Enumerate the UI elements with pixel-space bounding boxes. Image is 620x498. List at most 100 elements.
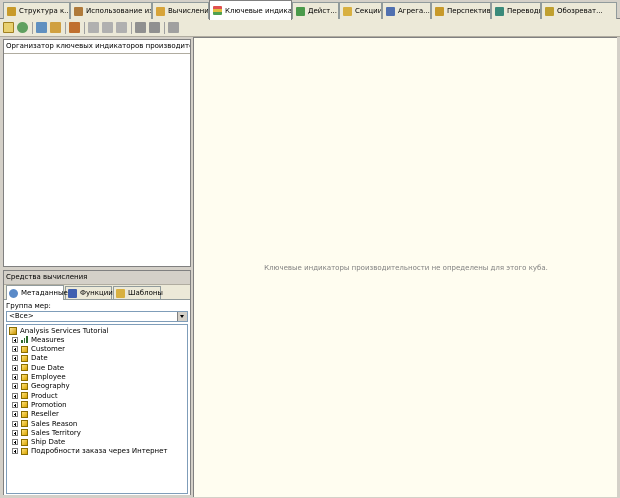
functions-icon bbox=[68, 288, 77, 298]
calculation-tools-title: Средства вычисления bbox=[4, 271, 190, 285]
tree-item-sales-reason[interactable]: Sales Reason bbox=[12, 419, 77, 428]
measures-icon bbox=[21, 336, 28, 344]
expand-icon[interactable] bbox=[12, 401, 18, 408]
tree-item-label: Product bbox=[31, 391, 58, 400]
partitions-icon bbox=[343, 6, 352, 16]
tab-templates[interactable]: Шаблоны bbox=[113, 286, 163, 299]
tree-item-label: Geography bbox=[31, 382, 70, 391]
expand-icon[interactable] bbox=[12, 448, 18, 455]
tab-label: Функции bbox=[80, 289, 113, 297]
browser-icon bbox=[545, 6, 554, 16]
tab-actions[interactable]: Дейст... bbox=[292, 2, 339, 19]
tree-item-customer[interactable]: Customer bbox=[12, 345, 65, 354]
measure-group-select[interactable]: <Все> bbox=[6, 311, 188, 322]
kpi-icon bbox=[213, 6, 222, 15]
toolbar-separator bbox=[164, 21, 165, 34]
dimension-icon bbox=[21, 420, 28, 427]
tree-item-employee[interactable]: Employee bbox=[12, 373, 66, 382]
toolbar-separator bbox=[65, 21, 66, 34]
expand-icon[interactable] bbox=[12, 383, 18, 390]
move-down-icon[interactable] bbox=[116, 22, 127, 33]
tab-translations[interactable]: Переводы bbox=[491, 2, 541, 19]
tree-item-promotion[interactable]: Promotion bbox=[12, 400, 67, 409]
tree-item-sales-territory[interactable]: Sales Territory bbox=[12, 428, 81, 437]
expand-icon[interactable] bbox=[12, 355, 18, 362]
tab-partitions[interactable]: Секции bbox=[339, 2, 382, 19]
expand-icon[interactable] bbox=[12, 364, 18, 371]
tree-item-label: Подробности заказа через Интернет bbox=[31, 447, 168, 456]
tree-item-geography[interactable]: Geography bbox=[12, 382, 70, 391]
tree-root[interactable]: Analysis Services Tutorial bbox=[9, 326, 109, 335]
tab-calculations[interactable]: Вычисления bbox=[152, 2, 209, 19]
tree-item-due-date[interactable]: Due Date bbox=[12, 363, 64, 372]
actions-icon bbox=[296, 6, 305, 16]
dimension-icon bbox=[21, 410, 28, 418]
metadata-panel: Группа мер: <Все> Analysis Services Tuto… bbox=[4, 299, 190, 495]
kpi-organizer-pane: Организатор ключевых индикаторов произво… bbox=[3, 39, 191, 267]
tree-item-label: Reseller bbox=[31, 410, 59, 419]
kpi-details-icon[interactable] bbox=[149, 22, 160, 33]
delete-icon[interactable] bbox=[88, 22, 99, 33]
tree-item-label: Sales Reason bbox=[31, 419, 78, 428]
expand-icon[interactable] bbox=[12, 420, 18, 427]
browser-view-icon[interactable] bbox=[50, 22, 61, 33]
expand-icon[interactable] bbox=[12, 439, 18, 446]
tab-dimension-usage[interactable]: Использование из... bbox=[70, 2, 152, 19]
tree-item-label: Due Date bbox=[31, 363, 65, 372]
move-up-icon[interactable] bbox=[102, 22, 113, 33]
kpi-main-area: Ключевые индикаторы производительности н… bbox=[193, 37, 617, 497]
templates-icon bbox=[116, 288, 125, 298]
new-kpi-icon[interactable] bbox=[3, 22, 14, 33]
tree-item-date[interactable]: Date bbox=[12, 354, 48, 363]
tree-item-product[interactable]: Product bbox=[12, 391, 58, 400]
kpi-organizer-title: Организатор ключевых индикаторов произво… bbox=[4, 40, 190, 54]
aggregations-icon bbox=[386, 6, 395, 16]
tab-label: Обозреват... bbox=[557, 7, 603, 15]
calculation-properties-icon[interactable] bbox=[69, 22, 80, 33]
cube-icon bbox=[9, 326, 17, 335]
dimension-icon bbox=[21, 382, 28, 390]
dimension-icon bbox=[21, 447, 28, 455]
dimension-icon bbox=[21, 373, 28, 381]
cube-structure-icon bbox=[7, 6, 16, 16]
no-kpis-message: Ключевые индикаторы производительности н… bbox=[264, 264, 548, 272]
expand-icon[interactable] bbox=[12, 346, 18, 353]
expand-icon[interactable] bbox=[12, 336, 18, 343]
refresh-icon[interactable] bbox=[17, 22, 28, 33]
tree-item-label: Promotion bbox=[31, 400, 67, 409]
expand-icon[interactable] bbox=[12, 392, 18, 399]
form-view-icon[interactable] bbox=[36, 22, 47, 33]
tab-kpis[interactable]: Ключевые индика... bbox=[209, 0, 292, 20]
chevron-down-icon[interactable] bbox=[177, 312, 187, 321]
tree-item-label: Measures bbox=[31, 335, 65, 344]
dimension-icon bbox=[21, 429, 28, 437]
kpi-list-icon[interactable] bbox=[135, 22, 146, 33]
tree-item-measures[interactable]: Measures bbox=[12, 335, 64, 344]
tab-browser[interactable]: Обозреват... bbox=[541, 2, 617, 19]
dimension-icon bbox=[21, 438, 28, 446]
tree-item-label: Date bbox=[31, 354, 48, 363]
expand-icon[interactable] bbox=[12, 411, 18, 418]
dimension-icon bbox=[21, 392, 28, 400]
tree-item-reseller[interactable]: Reseller bbox=[12, 410, 59, 419]
designer-tab-bar: Структура к... Использование из... Вычис… bbox=[0, 0, 620, 20]
tab-cube-structure[interactable]: Структура к... bbox=[3, 2, 70, 19]
metadata-tree: Analysis Services Tutorial Measures Cust… bbox=[6, 324, 188, 494]
tab-label: Структура к... bbox=[19, 7, 69, 15]
tab-functions[interactable]: Функции bbox=[65, 286, 113, 299]
tab-label: Секции bbox=[355, 7, 381, 15]
tab-label: Перспективы bbox=[447, 7, 490, 15]
measure-group-value: <Все> bbox=[9, 312, 34, 320]
tab-aggregations[interactable]: Агрега... bbox=[382, 2, 431, 19]
tree-item-internet-order-details[interactable]: Подробности заказа через Интернет bbox=[12, 447, 168, 456]
expand-icon[interactable] bbox=[12, 429, 18, 436]
tab-perspectives[interactable]: Перспективы bbox=[431, 2, 491, 19]
tree-item-ship-date[interactable]: Ship Date bbox=[12, 438, 65, 447]
expand-icon[interactable] bbox=[12, 374, 18, 380]
toolbar-separator bbox=[84, 21, 85, 34]
calculation-tools-tabs: Метаданные Функции Шаблоны bbox=[4, 285, 190, 300]
check-syntax-icon[interactable] bbox=[168, 22, 179, 33]
tab-label: Агрега... bbox=[398, 7, 430, 15]
tab-metadata[interactable]: Метаданные bbox=[6, 285, 68, 300]
tree-item-label: Ship Date bbox=[31, 438, 66, 447]
